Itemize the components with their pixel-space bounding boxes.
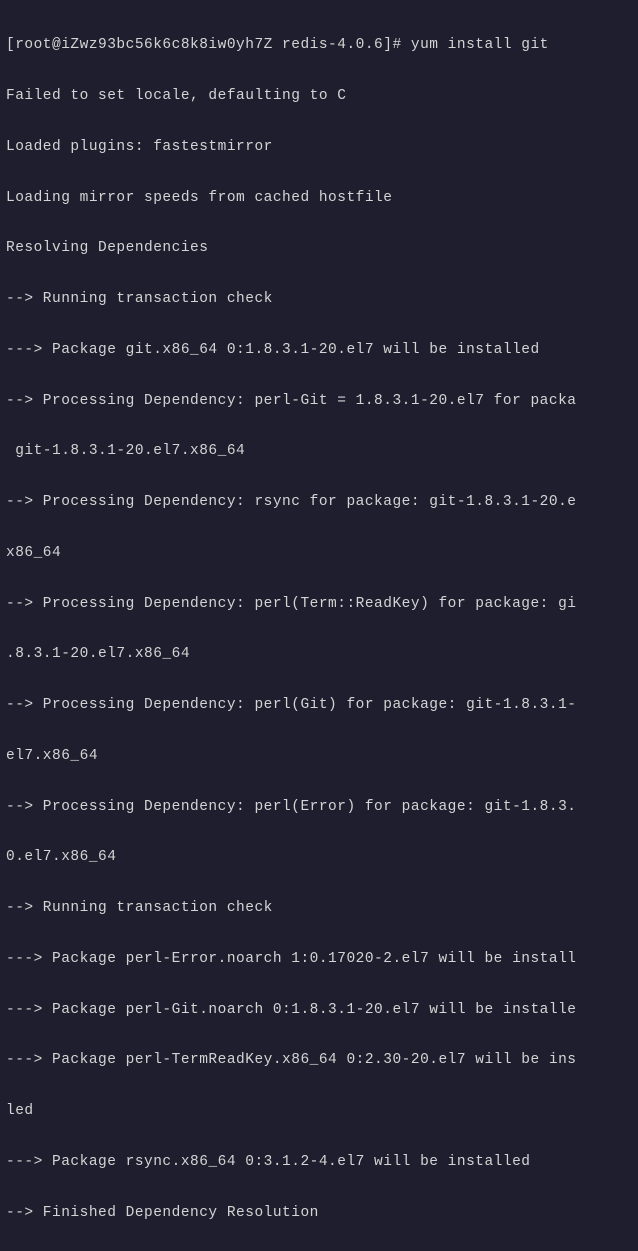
terminal-line: el7.x86_64 — [6, 744, 632, 769]
terminal-line: --> Processing Dependency: perl-Git = 1.… — [6, 389, 632, 414]
terminal-line: ---> Package git.x86_64 0:1.8.3.1-20.el7… — [6, 338, 632, 363]
terminal-line: Resolving Dependencies — [6, 236, 632, 261]
terminal-line: --> Processing Dependency: rsync for pac… — [6, 490, 632, 515]
terminal-line: ---> Package perl-TermReadKey.x86_64 0:2… — [6, 1048, 632, 1073]
terminal-line: ---> Package perl-Git.noarch 0:1.8.3.1-2… — [6, 998, 632, 1023]
terminal-line: --> Finished Dependency Resolution — [6, 1201, 632, 1226]
terminal-line: --> Running transaction check — [6, 896, 632, 921]
terminal-output[interactable]: [root@iZwz93bc56k6c8k8iw0yh7Z redis-4.0.… — [6, 8, 632, 1251]
terminal-line: --> Processing Dependency: perl(Git) for… — [6, 693, 632, 718]
terminal-line: git-1.8.3.1-20.el7.x86_64 — [6, 439, 632, 464]
terminal-line: Loaded plugins: fastestmirror — [6, 135, 632, 160]
terminal-line: --> Processing Dependency: perl(Term::Re… — [6, 592, 632, 617]
terminal-line: --> Processing Dependency: perl(Error) f… — [6, 795, 632, 820]
terminal-line: .8.3.1-20.el7.x86_64 — [6, 642, 632, 667]
terminal-line: --> Running transaction check — [6, 287, 632, 312]
terminal-line: 0.el7.x86_64 — [6, 845, 632, 870]
terminal-line: x86_64 — [6, 541, 632, 566]
terminal-line: ---> Package perl-Error.noarch 1:0.17020… — [6, 947, 632, 972]
terminal-line: [root@iZwz93bc56k6c8k8iw0yh7Z redis-4.0.… — [6, 33, 632, 58]
terminal-line: led — [6, 1099, 632, 1124]
terminal-line: Loading mirror speeds from cached hostfi… — [6, 186, 632, 211]
terminal-line: Failed to set locale, defaulting to C — [6, 84, 632, 109]
terminal-line: ---> Package rsync.x86_64 0:3.1.2-4.el7 … — [6, 1150, 632, 1175]
